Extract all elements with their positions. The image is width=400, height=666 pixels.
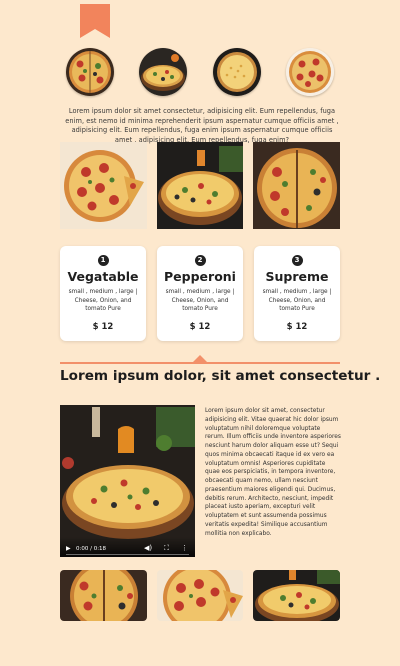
menu-card-pepperoni[interactable]: 2 Pepperoni small , medium , large | Che… — [157, 246, 243, 341]
pizza-photo — [60, 570, 147, 621]
card-number-badge: 3 — [291, 255, 303, 266]
pizza-photo — [253, 142, 340, 229]
bookmark-icon — [80, 4, 110, 38]
video-poster — [60, 405, 195, 557]
card-description: small , medium , large | Cheese, Onion, … — [68, 289, 138, 313]
card-number-badge: 2 — [194, 255, 206, 266]
pizza-circle-thumb[interactable] — [139, 48, 187, 96]
card-title: Supreme — [265, 269, 329, 284]
pizza-photo — [253, 570, 340, 621]
pizza-circle-thumb[interactable] — [286, 48, 334, 96]
card-title: Pepperoni — [164, 269, 236, 284]
card-title: Vegatable — [67, 269, 139, 284]
fullscreen-icon[interactable]: ⛶ — [164, 544, 169, 553]
pizza-photo — [60, 142, 147, 229]
more-options-icon[interactable]: ⋮ — [181, 544, 188, 552]
section-divider — [60, 362, 340, 364]
menu-card-supreme[interactable]: 3 Supreme small , medium , large | Chees… — [254, 246, 340, 341]
card-number-badge: 1 — [97, 255, 109, 266]
video-player[interactable]: ▶ 0:00 / 0:18 ◀) ⛶ ⋮ — [60, 405, 195, 557]
video-progress-bar[interactable] — [66, 553, 189, 555]
pizza-circle-thumb[interactable] — [213, 48, 261, 96]
card-price: $ 12 — [189, 321, 211, 332]
video-time: 0:00 / 0:18 — [76, 545, 107, 552]
play-icon[interactable]: ▶ — [66, 545, 71, 552]
card-description: small , medium , large | Cheese, Onion, … — [262, 289, 332, 313]
intro-paragraph: Lorem ipsum dolor sit amet consectetur, … — [65, 107, 339, 144]
section-heading: Lorem ipsum dolor, sit amet consectetur … — [60, 368, 381, 384]
pizza-photo — [157, 570, 243, 621]
menu-card-vegetable[interactable]: 1 Vegatable small , medium , large | Che… — [60, 246, 146, 341]
volume-icon[interactable]: ◀) — [144, 544, 152, 552]
card-price: $ 12 — [286, 321, 308, 332]
body-paragraph: Lorem ipsum dolor sit amet, consectetur … — [205, 408, 341, 537]
card-price: $ 12 — [92, 321, 114, 332]
pizza-circle-thumb[interactable] — [66, 48, 114, 96]
video-controls: ▶ 0:00 / 0:18 ◀) ⛶ ⋮ — [60, 537, 195, 557]
pizza-photo — [157, 142, 243, 229]
card-description: small , medium , large | Cheese, Onion, … — [165, 289, 235, 313]
